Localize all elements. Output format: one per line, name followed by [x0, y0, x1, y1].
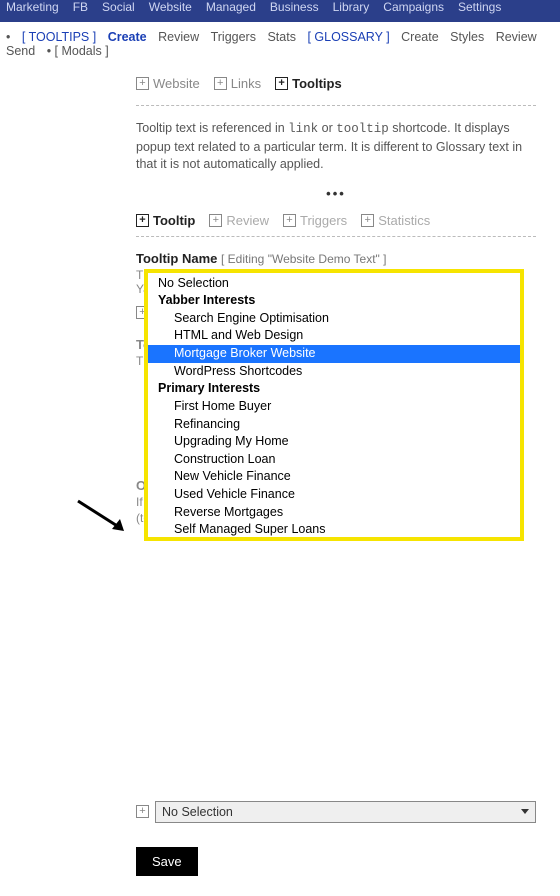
- tab-label: Statistics: [378, 213, 430, 228]
- top-nav: Marketing FB Social Website Managed Busi…: [0, 0, 560, 22]
- crumb-create[interactable]: Create: [108, 30, 147, 44]
- dropdown-option[interactable]: HTML and Web Design: [148, 327, 520, 345]
- editing-note: [ Editing "Website Demo Text" ]: [221, 252, 386, 266]
- nav-item[interactable]: Marketing: [6, 0, 59, 14]
- select-box[interactable]: No Selection: [155, 801, 536, 823]
- plus-icon: +: [136, 77, 149, 90]
- plus-icon: +: [209, 214, 222, 227]
- dropdown-option[interactable]: WordPress Shortcodes: [148, 363, 520, 381]
- divider: [136, 105, 536, 106]
- sub-tabs: + Website + Links + Tooltips: [136, 70, 536, 101]
- field-label: Tooltip Name [ Editing "Website Demo Tex…: [136, 251, 536, 266]
- tab-label: Tooltips: [292, 76, 342, 91]
- dropdown-listbox[interactable]: No SelectionYabber InterestsSearch Engin…: [144, 269, 524, 541]
- dropdown-option[interactable]: No Selection: [148, 275, 520, 293]
- dropdown-option[interactable]: Reverse Mortgages: [148, 504, 520, 522]
- crumb-link[interactable]: Review: [158, 30, 199, 44]
- plus-icon: +: [275, 77, 288, 90]
- divider: [136, 236, 536, 237]
- tab-website[interactable]: + Website: [136, 76, 200, 91]
- nav-item[interactable]: Website: [149, 0, 192, 14]
- dropdown-option[interactable]: Self Managed Super Loans: [148, 521, 520, 536]
- dropdown-option[interactable]: Upgrading My Home: [148, 433, 520, 451]
- nav-item[interactable]: FB: [73, 0, 88, 14]
- nav-item[interactable]: Settings: [458, 0, 501, 14]
- form-area: Tooltip Name [ Editing "Website Demo Tex…: [136, 251, 536, 876]
- crumb-link[interactable]: Create: [401, 30, 439, 44]
- plus-icon: +: [136, 214, 149, 227]
- crumb-group[interactable]: [ TOOLTIPS ]: [22, 30, 96, 44]
- nav-item[interactable]: Managed: [206, 0, 256, 14]
- tab-label: Tooltip: [153, 213, 195, 228]
- code: tooltip: [336, 122, 389, 136]
- dropdown-option[interactable]: First Home Buyer: [148, 398, 520, 416]
- plus-icon: +: [283, 214, 296, 227]
- dropdown-option[interactable]: Construction Loan: [148, 451, 520, 469]
- crumb-link[interactable]: Send: [6, 44, 35, 58]
- nav-item[interactable]: Campaigns: [383, 0, 444, 14]
- tab-links[interactable]: + Links: [214, 76, 261, 91]
- dropdown-option[interactable]: Refinancing: [148, 416, 520, 434]
- breadcrumb: • [ TOOLTIPS ] Create Review Triggers St…: [0, 22, 560, 66]
- tab-label: Review: [226, 213, 269, 228]
- crumb-link[interactable]: Triggers: [211, 30, 256, 44]
- optgroup-label: Yabber Interests: [148, 292, 520, 310]
- crumb-link[interactable]: Review: [496, 30, 537, 44]
- tab-label: Triggers: [300, 213, 347, 228]
- plus-icon: +: [361, 214, 374, 227]
- nav-item[interactable]: Business: [270, 0, 319, 14]
- plus-icon[interactable]: +: [136, 805, 149, 818]
- save-button[interactable]: Save: [136, 847, 198, 876]
- description: Tooltip text is referenced in link or to…: [136, 120, 536, 174]
- select-value: No Selection: [162, 805, 233, 819]
- dropdown-option[interactable]: Search Engine Optimisation: [148, 310, 520, 328]
- section-tabs: + Tooltip + Review + Triggers + Statisti…: [136, 213, 536, 228]
- tab-triggers[interactable]: + Triggers: [283, 213, 347, 228]
- tab-tooltip[interactable]: + Tooltip: [136, 213, 195, 228]
- dropdown-option[interactable]: Mortgage Broker Website: [148, 345, 520, 363]
- nav-item[interactable]: Library: [333, 0, 370, 14]
- nav-item[interactable]: Social: [102, 0, 135, 14]
- chevron-down-icon: [521, 809, 529, 814]
- optgroup-label: Primary Interests: [148, 380, 520, 398]
- plus-icon: +: [214, 77, 227, 90]
- tab-statistics[interactable]: + Statistics: [361, 213, 430, 228]
- code: link: [288, 122, 318, 136]
- crumb-link[interactable]: Stats: [267, 30, 296, 44]
- tab-label: Website: [153, 76, 200, 91]
- tab-review[interactable]: + Review: [209, 213, 269, 228]
- dropdown-option[interactable]: New Vehicle Finance: [148, 468, 520, 486]
- ellipsis-icon: •••: [136, 186, 536, 201]
- crumb-link[interactable]: Styles: [450, 30, 484, 44]
- dropdown-option[interactable]: Used Vehicle Finance: [148, 486, 520, 504]
- tab-tooltips[interactable]: + Tooltips: [275, 76, 342, 91]
- crumb-tail[interactable]: • [ Modals ]: [47, 44, 109, 58]
- tab-label: Links: [231, 76, 261, 91]
- crumb-group[interactable]: [ GLOSSARY ]: [307, 30, 389, 44]
- arrow-annotation: [76, 497, 132, 537]
- crumb-dot: •: [6, 30, 10, 44]
